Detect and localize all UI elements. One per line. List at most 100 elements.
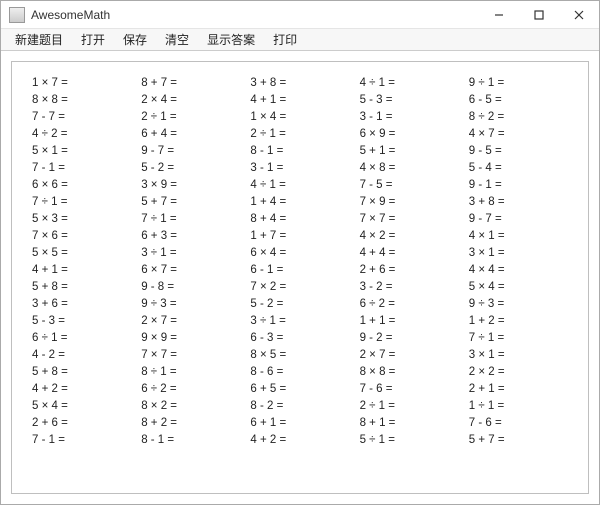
problem-cell: 5 - 3 =	[32, 312, 141, 329]
problem-cell: 6 - 3 =	[250, 329, 359, 346]
problem-grid: 1 × 7 =8 + 7 =3 + 8 =4 ÷ 1 =9 ÷ 1 =8 × 8…	[32, 74, 578, 448]
problem-cell: 7 × 7 =	[360, 210, 469, 227]
problem-cell: 5 + 7 =	[469, 431, 578, 448]
menu-save[interactable]: 保存	[115, 29, 155, 50]
problem-cell: 1 ÷ 1 =	[469, 397, 578, 414]
problem-cell: 8 × 5 =	[250, 346, 359, 363]
problem-cell: 6 + 4 =	[141, 125, 250, 142]
problem-cell: 8 ÷ 2 =	[469, 108, 578, 125]
problem-cell: 4 + 4 =	[360, 244, 469, 261]
problem-cell: 8 + 2 =	[141, 414, 250, 431]
problem-cell: 8 - 2 =	[250, 397, 359, 414]
problem-cell: 7 ÷ 1 =	[32, 193, 141, 210]
problem-cell: 2 ÷ 1 =	[360, 397, 469, 414]
problem-cell: 4 × 1 =	[469, 227, 578, 244]
problem-cell: 3 - 1 =	[360, 108, 469, 125]
problem-cell: 1 × 7 =	[32, 74, 141, 91]
problem-cell: 5 + 7 =	[141, 193, 250, 210]
problem-cell: 5 × 5 =	[32, 244, 141, 261]
problem-cell: 2 + 6 =	[360, 261, 469, 278]
problem-cell: 8 × 8 =	[32, 91, 141, 108]
problem-cell: 2 + 1 =	[469, 380, 578, 397]
problem-cell: 6 + 1 =	[250, 414, 359, 431]
problem-cell: 6 - 1 =	[250, 261, 359, 278]
problem-cell: 4 - 2 =	[32, 346, 141, 363]
problem-cell: 3 + 8 =	[469, 193, 578, 210]
problem-cell: 2 × 4 =	[141, 91, 250, 108]
problem-cell: 7 - 5 =	[360, 176, 469, 193]
problem-cell: 7 × 2 =	[250, 278, 359, 295]
problem-cell: 5 × 1 =	[32, 142, 141, 159]
problem-cell: 3 + 8 =	[250, 74, 359, 91]
problem-cell: 4 × 4 =	[469, 261, 578, 278]
problem-cell: 6 - 5 =	[469, 91, 578, 108]
problem-cell: 5 + 1 =	[360, 142, 469, 159]
problem-panel: 1 × 7 =8 + 7 =3 + 8 =4 ÷ 1 =9 ÷ 1 =8 × 8…	[11, 61, 589, 494]
problem-cell: 7 × 6 =	[32, 227, 141, 244]
problem-cell: 6 × 9 =	[360, 125, 469, 142]
problem-cell: 8 - 1 =	[250, 142, 359, 159]
problem-cell: 9 ÷ 3 =	[141, 295, 250, 312]
problem-cell: 2 ÷ 1 =	[250, 125, 359, 142]
problem-cell: 4 + 2 =	[250, 431, 359, 448]
problem-cell: 9 × 9 =	[141, 329, 250, 346]
problem-cell: 5 × 4 =	[469, 278, 578, 295]
menu-print[interactable]: 打印	[265, 29, 305, 50]
problem-cell: 9 - 5 =	[469, 142, 578, 159]
problem-cell: 6 × 6 =	[32, 176, 141, 193]
titlebar: AwesomeMath	[1, 1, 599, 29]
problem-cell: 9 ÷ 1 =	[469, 74, 578, 91]
problem-cell: 8 × 2 =	[141, 397, 250, 414]
problem-cell: 1 + 1 =	[360, 312, 469, 329]
problem-cell: 5 - 2 =	[250, 295, 359, 312]
problem-cell: 3 × 1 =	[469, 244, 578, 261]
problem-cell: 5 + 8 =	[32, 363, 141, 380]
problem-cell: 6 + 5 =	[250, 380, 359, 397]
menu-open[interactable]: 打开	[73, 29, 113, 50]
problem-cell: 5 × 4 =	[32, 397, 141, 414]
problem-cell: 5 - 4 =	[469, 159, 578, 176]
problem-cell: 3 ÷ 1 =	[250, 312, 359, 329]
problem-cell: 4 + 1 =	[32, 261, 141, 278]
close-button[interactable]	[559, 1, 599, 29]
problem-cell: 4 + 1 =	[250, 91, 359, 108]
menu-new[interactable]: 新建题目	[7, 29, 71, 50]
minimize-button[interactable]	[479, 1, 519, 29]
problem-cell: 3 + 6 =	[32, 295, 141, 312]
problem-cell: 8 + 1 =	[360, 414, 469, 431]
problem-cell: 2 ÷ 1 =	[141, 108, 250, 125]
problem-cell: 9 - 7 =	[469, 210, 578, 227]
problem-cell: 3 × 9 =	[141, 176, 250, 193]
close-icon	[574, 10, 584, 20]
problem-cell: 9 - 1 =	[469, 176, 578, 193]
problem-cell: 6 × 4 =	[250, 244, 359, 261]
problem-cell: 7 - 1 =	[32, 431, 141, 448]
problem-cell: 7 × 9 =	[360, 193, 469, 210]
problem-cell: 6 + 3 =	[141, 227, 250, 244]
problem-cell: 4 × 7 =	[469, 125, 578, 142]
problem-cell: 6 × 7 =	[141, 261, 250, 278]
problem-cell: 7 ÷ 1 =	[469, 329, 578, 346]
menu-clear[interactable]: 清空	[157, 29, 197, 50]
problem-cell: 3 - 2 =	[360, 278, 469, 295]
problem-cell: 2 × 2 =	[469, 363, 578, 380]
problem-cell: 3 - 1 =	[250, 159, 359, 176]
maximize-icon	[534, 10, 544, 20]
menubar: 新建题目 打开 保存 清空 显示答案 打印	[1, 29, 599, 51]
problem-cell: 4 ÷ 1 =	[250, 176, 359, 193]
problem-cell: 4 ÷ 2 =	[32, 125, 141, 142]
menu-show-answers[interactable]: 显示答案	[199, 29, 263, 50]
problem-cell: 3 ÷ 1 =	[141, 244, 250, 261]
problem-cell: 2 × 7 =	[360, 346, 469, 363]
problem-cell: 1 + 2 =	[469, 312, 578, 329]
problem-cell: 7 - 1 =	[32, 159, 141, 176]
problem-cell: 4 × 2 =	[360, 227, 469, 244]
problem-cell: 6 ÷ 2 =	[360, 295, 469, 312]
problem-cell: 8 - 1 =	[141, 431, 250, 448]
problem-cell: 5 + 8 =	[32, 278, 141, 295]
problem-cell: 4 × 8 =	[360, 159, 469, 176]
problem-cell: 8 ÷ 1 =	[141, 363, 250, 380]
maximize-button[interactable]	[519, 1, 559, 29]
problem-cell: 3 × 1 =	[469, 346, 578, 363]
problem-cell: 7 - 7 =	[32, 108, 141, 125]
